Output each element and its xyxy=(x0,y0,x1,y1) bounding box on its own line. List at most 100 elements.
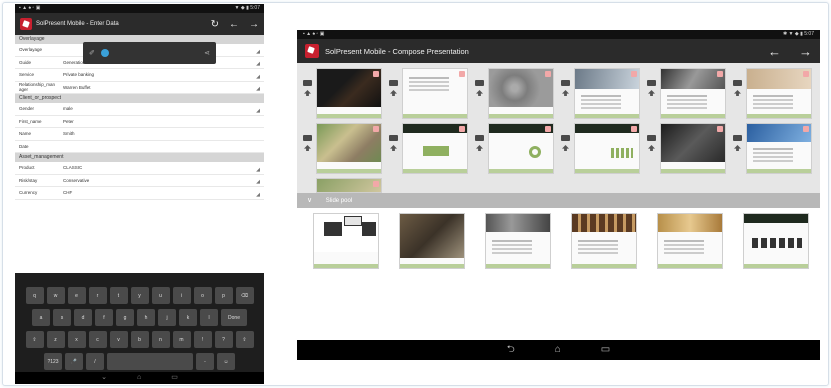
key[interactable]: h xyxy=(137,309,155,326)
refresh-icon[interactable]: ↻ xyxy=(211,19,219,30)
dropdown-icon[interactable]: ◢ xyxy=(256,108,260,114)
share-icon[interactable]: ⋖ xyxy=(204,49,210,57)
key[interactable]: v xyxy=(109,331,128,348)
key[interactable]: u xyxy=(151,287,170,304)
space-key[interactable] xyxy=(107,353,193,370)
back-nav-icon[interactable]: ⮌ xyxy=(507,340,515,360)
slide-controls[interactable] xyxy=(733,135,742,157)
key[interactable]: c xyxy=(88,331,107,348)
slide-thumbnail[interactable] xyxy=(660,123,726,174)
shift-key[interactable]: ⇧ xyxy=(235,331,254,348)
slide-thumbnail[interactable] xyxy=(574,68,640,119)
field-value[interactable]: Private banking xyxy=(63,72,264,77)
dropdown-icon[interactable]: ◢ xyxy=(256,74,260,80)
field-value[interactable]: CHF xyxy=(63,190,264,195)
slide-controls[interactable] xyxy=(389,135,398,157)
key[interactable]: d xyxy=(74,309,92,326)
key[interactable]: a xyxy=(32,309,50,326)
key[interactable]: j xyxy=(158,309,176,326)
key[interactable]: x xyxy=(67,331,86,348)
form-row[interactable]: Relationship_man ager Warren Buffet ◢ xyxy=(15,82,264,94)
form-row[interactable]: Service Private banking ◢ xyxy=(15,69,264,82)
key[interactable]: m xyxy=(172,331,191,348)
pool-slide[interactable] xyxy=(571,213,637,269)
dropdown-icon[interactable]: ◢ xyxy=(256,61,260,67)
slide-controls[interactable] xyxy=(561,135,570,157)
form-row[interactable]: Gender male ◢ xyxy=(15,103,264,116)
field-value[interactable]: Smith xyxy=(63,131,264,136)
shift-key[interactable]: ⇧ xyxy=(25,331,44,348)
back-arrow-icon[interactable]: ← xyxy=(229,19,239,30)
field-value[interactable]: CLASSIC xyxy=(63,165,264,170)
key[interactable]: o xyxy=(193,287,212,304)
forward-arrow-icon[interactable]: → xyxy=(249,19,259,30)
key[interactable]: w xyxy=(46,287,65,304)
key[interactable]: k xyxy=(179,309,197,326)
pool-slide[interactable] xyxy=(743,213,809,269)
dropdown-icon[interactable]: ◢ xyxy=(256,192,260,198)
slide-thumbnail[interactable] xyxy=(746,123,812,174)
form-row[interactable]: Product CLASSIC ◢ xyxy=(15,162,264,175)
slide-thumbnail[interactable] xyxy=(488,68,554,119)
field-value[interactable]: Warren Buffet xyxy=(63,85,264,90)
slide-thumbnail[interactable] xyxy=(316,123,382,174)
form-row[interactable]: Currency CHF ◢ xyxy=(15,187,264,200)
slide-thumbnail[interactable] xyxy=(316,178,382,193)
slide-thumbnail[interactable] xyxy=(746,68,812,119)
slide-controls[interactable] xyxy=(647,80,656,102)
pool-slide[interactable] xyxy=(657,213,723,269)
key[interactable]: i xyxy=(172,287,191,304)
key[interactable]: g xyxy=(116,309,134,326)
forward-arrow-icon[interactable]: → xyxy=(799,44,812,59)
key[interactable]: p xyxy=(214,287,233,304)
key[interactable]: z xyxy=(46,331,65,348)
emoji-key[interactable]: ☺ xyxy=(217,353,235,370)
pool-slide[interactable] xyxy=(313,213,379,269)
key[interactable]: t xyxy=(109,287,128,304)
key[interactable]: l xyxy=(200,309,218,326)
pool-slide[interactable] xyxy=(485,213,551,269)
back-nav-icon[interactable]: ⌄ xyxy=(101,372,107,384)
key[interactable]: q xyxy=(25,287,44,304)
form-row[interactable]: Date xyxy=(15,141,264,153)
slide-controls[interactable] xyxy=(561,80,570,102)
key[interactable]: ? xyxy=(214,331,233,348)
key[interactable]: e xyxy=(67,287,86,304)
slide-thumbnail[interactable] xyxy=(574,123,640,174)
recents-nav-icon[interactable]: ▭ xyxy=(601,340,610,360)
key[interactable]: n xyxy=(151,331,170,348)
slide-controls[interactable] xyxy=(303,135,312,157)
slide-thumbnail[interactable] xyxy=(660,68,726,119)
key[interactable]: ! xyxy=(193,331,212,348)
slide-controls[interactable] xyxy=(733,80,742,102)
dropdown-icon[interactable]: ◢ xyxy=(256,167,260,173)
dropdown-icon[interactable]: ◢ xyxy=(256,49,260,55)
slide-controls[interactable] xyxy=(303,80,312,102)
key[interactable]: y xyxy=(130,287,149,304)
form-row[interactable]: First_name Peter xyxy=(15,116,264,128)
symbols-key[interactable]: ?123 xyxy=(44,353,62,370)
recents-nav-icon[interactable]: ▭ xyxy=(171,372,178,384)
slash-key[interactable]: / xyxy=(86,353,104,370)
slide-thumbnail[interactable] xyxy=(316,68,382,119)
mic-key[interactable]: 🎤 xyxy=(65,353,83,370)
chevron-down-icon[interactable]: ∨ xyxy=(307,197,312,204)
pool-slide[interactable] xyxy=(399,213,465,269)
backspace-key[interactable]: ⌫ xyxy=(235,287,254,304)
dash-key[interactable]: - xyxy=(196,353,214,370)
slide-thumbnail[interactable] xyxy=(402,123,468,174)
form-row[interactable]: Name Smith xyxy=(15,128,264,141)
done-key[interactable]: Done xyxy=(221,309,247,326)
slide-thumbnail[interactable] xyxy=(488,123,554,174)
slide-pool-header[interactable]: ∨ Slide pool xyxy=(297,193,820,208)
field-value[interactable]: Peter xyxy=(63,119,264,124)
field-value[interactable]: male xyxy=(63,106,264,111)
back-arrow-icon[interactable]: ← xyxy=(768,44,781,59)
dropdown-icon[interactable]: ◢ xyxy=(256,179,260,185)
key[interactable]: f xyxy=(95,309,113,326)
home-nav-icon[interactable]: ⌂ xyxy=(137,372,141,384)
slide-controls[interactable] xyxy=(647,135,656,157)
home-nav-icon[interactable]: ⌂ xyxy=(555,340,561,360)
slide-controls[interactable] xyxy=(389,80,398,102)
key[interactable]: s xyxy=(53,309,71,326)
